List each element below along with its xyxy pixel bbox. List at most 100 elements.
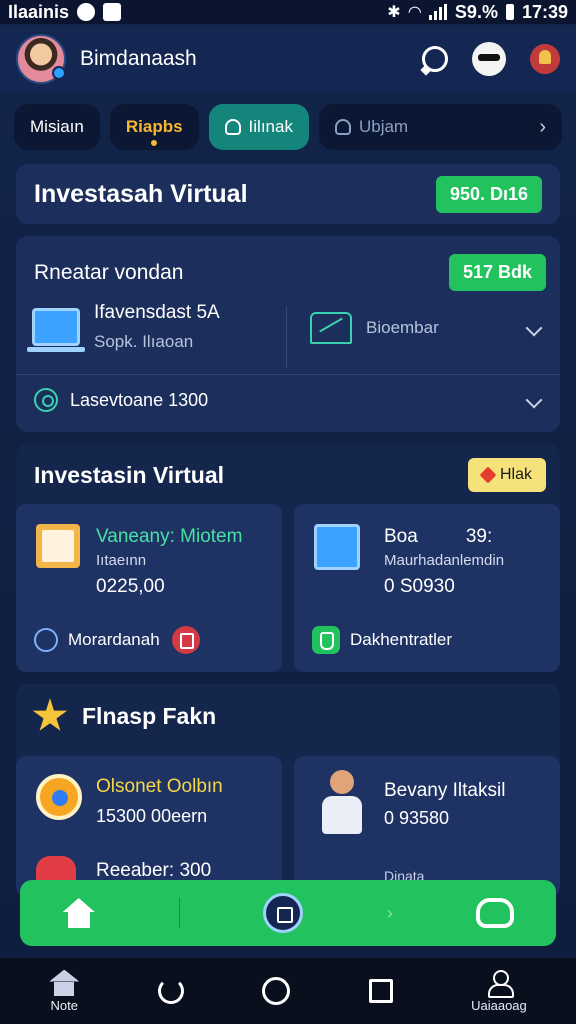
section-title: Investasah Virtual [34,179,248,208]
investment-card-right[interactable]: Boa 39: Maurhadanlemdin 0 S0930 Dakhentra… [294,504,560,672]
clock: 17:39 [521,1,568,22]
calculator-icon [314,524,360,570]
star-icon [32,698,68,731]
card-title: Olsonet Oolbın [96,776,223,797]
home-icon[interactable] [62,898,96,928]
user-icon [486,969,514,998]
featured-card-left[interactable]: Olsonet Oolbın 15300 00eern Reeaber: 300 [16,756,282,896]
status-app-label: Ilaainis [8,1,70,22]
status-circle-icon [77,3,96,21]
virtual-investment-title-card[interactable]: Investasah Virtual 950. Dı16 [16,164,560,224]
bottom-action-bar: › [20,880,556,946]
nav-back[interactable] [157,978,184,1004]
target-icon [34,388,58,412]
card-title: Bevany Iltaksil [384,780,506,801]
chevron-down-icon [525,319,543,337]
system-navigation-bar: Note Uaiaaoag [0,958,576,1024]
home-icon [49,970,79,996]
laptop-icon [27,308,85,352]
document-icon [36,524,80,568]
hot-badge[interactable]: Hlak [467,458,546,492]
expand-row[interactable]: Lasevtoane 1300 [34,388,546,412]
nav-home-label: Note [50,997,78,1013]
investment-card-left[interactable]: Vaneany: Miotem Iıtaeınn 0225,00 Morarda… [16,504,282,672]
divider [16,374,560,375]
tab-ubjam[interactable]: Ubjam › [318,104,562,150]
chevron-right-icon: › [386,902,393,923]
share-icon[interactable] [171,626,200,654]
battery-percent: S9.% [454,1,498,22]
online-dot-icon [52,66,66,80]
card-footer-label: Dakhentratler [350,630,453,649]
status-bar: Ilaainis ✱ ◠ S9.% 17:39 [0,0,576,24]
tab-misiain[interactable]: Misiaın [14,104,100,150]
card-value: 15300 00eern [96,806,208,826]
center-action-icon[interactable] [263,893,304,933]
person-icon [320,770,364,836]
divider [179,898,181,928]
card-extra: Reeaber: 300 [96,860,212,881]
card-title-extra: 39: [465,526,493,547]
mail-icon [103,3,122,21]
recents-icon [368,979,393,1003]
chart-dropdown[interactable]: Bioembar [310,312,546,344]
circle-home-icon [262,977,291,1005]
summary-card: Rneatar vondan 517 Bdk Ifavensdast 5A So… [16,236,560,432]
lock-icon [224,119,241,135]
fire-icon [479,466,497,484]
hot-badge-label: Hlak [499,466,532,483]
investment-item[interactable]: Ifavensdast 5A Sopk. Ilıaoan [27,302,282,370]
nav-recents[interactable] [368,979,393,1003]
target-icon [34,628,58,652]
tab-label: Ubjam [358,117,409,136]
card-title-text: Boa [384,526,418,547]
nav-home[interactable]: Note [49,970,79,1013]
section-title: Investasin Virtual [34,461,225,488]
nav-profile-label: Uaiaaoag [471,997,527,1013]
tab-riapbs[interactable]: Riapbs [109,104,199,150]
card-footer-label: Morardanah [68,630,160,649]
expand-row-label: Lasevtoane 1300 [70,389,209,410]
summary-value-pill: 517 Bdk [448,254,546,291]
card-subtitle: Maurhadanlemdin [384,552,505,569]
chart-dropdown-label: Bioembar [366,318,439,337]
notification-bell-icon[interactable] [530,44,560,74]
summary-label: Rneatar vondan [34,260,184,284]
nav-profile[interactable]: Uaiaaoag [471,969,527,1013]
tab-label: Misiaın [30,117,84,136]
tab-label: Iilınak [248,117,293,136]
signal-icon [428,4,447,20]
bluetooth-icon: ✱ [387,4,401,21]
category-tabs: Misiaın Riapbs Iilınak Ubjam › [0,100,576,154]
compass-icon [36,774,82,820]
card-title: Boa 39: [384,526,492,548]
app-title: Bimdanaash [80,47,197,70]
battery-icon [505,4,514,20]
chat-bubble-icon[interactable] [476,898,515,928]
chevron-right-icon: › [539,115,546,138]
section-title: Flnasp Fakn [82,702,217,729]
tab-iilinak[interactable]: Iilınak [208,104,309,150]
profile-face-icon[interactable] [472,42,506,76]
featured-section: Flnasp Fakn Olsonet Oolbın 15300 00eern … [16,684,560,896]
card-value: 0 93580 [384,808,450,828]
chat-icon[interactable] [422,46,448,72]
user-icon [334,119,351,135]
app-screen: Ilaainis ✱ ◠ S9.% 17:39 Bimdanaash Misia… [0,0,576,1024]
tab-label: Riapbs [125,117,183,136]
investment-item-subtitle: Sopk. Ilıaoan [94,332,194,351]
investment-section: Investasin Virtual Hlak Vaneany: Miotem … [16,444,560,672]
featured-card-right[interactable]: Bevany Iltaksil 0 93580 Dinata [294,756,560,896]
app-header: Bimdanaash [0,26,576,92]
chevron-down-icon [525,391,543,409]
balance-pill: 950. Dı16 [435,175,542,213]
card-subtitle: Iıtaeınn [96,552,147,569]
card-title: Vaneany: Miotem [96,526,243,547]
chart-icon [310,312,352,344]
shield-icon [312,626,340,654]
card-value: 0 S0930 [384,576,455,597]
vertical-divider [286,306,287,368]
card-value: 0225,00 [96,576,165,597]
nav-home-circle[interactable] [262,977,291,1005]
avatar[interactable] [16,34,66,84]
